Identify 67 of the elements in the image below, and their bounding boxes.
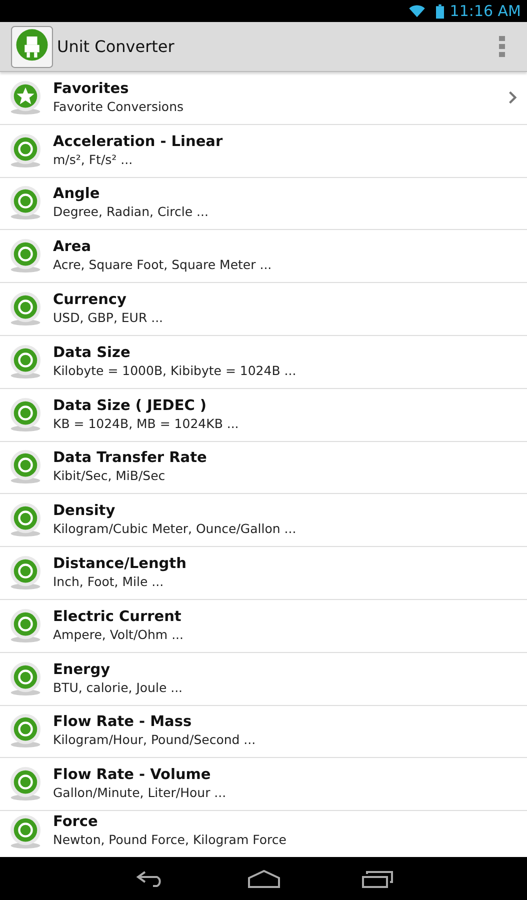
item-title: Electric Current bbox=[53, 608, 182, 626]
item-subtitle: Gallon/Minute, Liter/Hour ... bbox=[53, 784, 228, 802]
ring-icon bbox=[9, 449, 42, 486]
ring-icon bbox=[9, 660, 42, 697]
clock: 11:16 AM bbox=[450, 2, 521, 20]
ring-icon bbox=[9, 814, 42, 850]
list-item[interactable]: Data Transfer Rate Kibit/Sec, MiB/Sec bbox=[0, 442, 527, 494]
ring-icon bbox=[9, 555, 42, 592]
list-item[interactable]: Distance/Length Inch, Foot, Mile ... bbox=[0, 547, 527, 600]
app-logo-icon[interactable] bbox=[11, 26, 53, 68]
item-title: Flow Rate - Volume bbox=[53, 767, 212, 784]
list-item[interactable]: Currency USD, GBP, EUR ... bbox=[0, 283, 527, 336]
item-subtitle: BTU, calorie, Joule ... bbox=[53, 678, 184, 696]
item-title: Currency bbox=[53, 292, 128, 310]
ring-icon bbox=[9, 185, 42, 222]
ring-icon bbox=[9, 344, 42, 380]
item-subtitle: m/s², Ft/s² ... bbox=[53, 150, 134, 168]
item-subtitle: Kilogram/Cubic Meter, Ounce/Gallon ... bbox=[53, 520, 298, 538]
ring-icon bbox=[9, 608, 42, 644]
item-subtitle: KB = 1024B, MB = 1024KB ... bbox=[53, 414, 240, 432]
list-item[interactable]: Favorites Favorite Conversions bbox=[0, 72, 527, 125]
app-title: Unit Converter bbox=[57, 37, 176, 56]
item-subtitle: Kilobyte = 1000B, Kibibyte = 1024B ... bbox=[53, 362, 298, 379]
list-item[interactable]: Angle Degree, Radian, Circle ... bbox=[0, 178, 527, 230]
list-item[interactable]: Acceleration - Linear m/s², Ft/s² ... bbox=[0, 124, 527, 178]
list-item[interactable]: Data Size ( JEDEC ) KB = 1024B, MB = 1024KB ... bbox=[0, 388, 527, 442]
item-title: Area bbox=[53, 239, 92, 256]
item-subtitle: Degree, Radian, Circle ... bbox=[53, 203, 210, 220]
item-title: Angle bbox=[53, 186, 101, 204]
item-title: Data Size bbox=[53, 344, 132, 362]
item-subtitle: Kibit/Sec, MiB/Sec bbox=[53, 467, 166, 484]
item-subtitle: Kilogram/Hour, Pound/Second ... bbox=[53, 731, 257, 748]
recent-apps-icon[interactable] bbox=[362, 868, 394, 888]
list-item[interactable]: Electric Current Ampere, Volt/Ohm ... bbox=[0, 600, 527, 653]
ring-icon bbox=[9, 713, 42, 750]
list-item[interactable]: Energy BTU, calorie, Joule ... bbox=[0, 652, 527, 706]
overflow-menu-icon[interactable] bbox=[499, 36, 505, 58]
ring-icon bbox=[9, 396, 42, 433]
list-item[interactable]: Data Size Kilobyte = 1000B, Kibibyte = 1024B ... bbox=[0, 336, 527, 389]
list-item[interactable]: Density Kilogram/Cubic Meter, Ounce/Gallon ... bbox=[0, 494, 527, 548]
item-subtitle: USD, GBP, EUR ... bbox=[53, 309, 164, 326]
home-icon[interactable] bbox=[248, 868, 280, 888]
item-title: Energy bbox=[53, 662, 112, 679]
list-item[interactable]: Area Acre, Square Foot, Square Meter ... bbox=[0, 230, 527, 284]
item-subtitle: Acre, Square Foot, Square Meter ... bbox=[53, 256, 273, 274]
item-title: Distance/Length bbox=[53, 556, 188, 574]
item-title: Force bbox=[53, 814, 99, 832]
list-item[interactable]: Flow Rate - Volume Gallon/Minute, Liter/Hour ... bbox=[0, 758, 527, 812]
battery-icon bbox=[436, 4, 444, 18]
item-title: Data Transfer Rate bbox=[53, 450, 208, 468]
ring-icon bbox=[9, 238, 42, 274]
item-title: Favorites bbox=[53, 80, 130, 98]
item-subtitle: Newton, Pound Force, Kilogram Force bbox=[53, 831, 288, 848]
ring-icon bbox=[9, 291, 42, 328]
item-subtitle: Favorite Conversions bbox=[53, 98, 185, 115]
item-title: Acceleration - Linear bbox=[53, 134, 224, 151]
item-subtitle: Inch, Foot, Mile ... bbox=[53, 573, 165, 590]
star-icon bbox=[9, 80, 42, 116]
ring-icon bbox=[9, 502, 42, 538]
item-title: Flow Rate - Mass bbox=[53, 714, 193, 732]
ring-icon bbox=[9, 132, 42, 169]
item-title: Data Size ( JEDEC ) bbox=[53, 398, 208, 415]
ring-icon bbox=[9, 766, 42, 802]
wifi-icon bbox=[408, 4, 426, 18]
list-item[interactable]: Flow Rate - Mass Kilogram/Hour, Pound/Second ... bbox=[0, 706, 527, 758]
item-subtitle: Ampere, Volt/Ohm ... bbox=[53, 626, 184, 643]
item-title: Density bbox=[53, 503, 116, 520]
